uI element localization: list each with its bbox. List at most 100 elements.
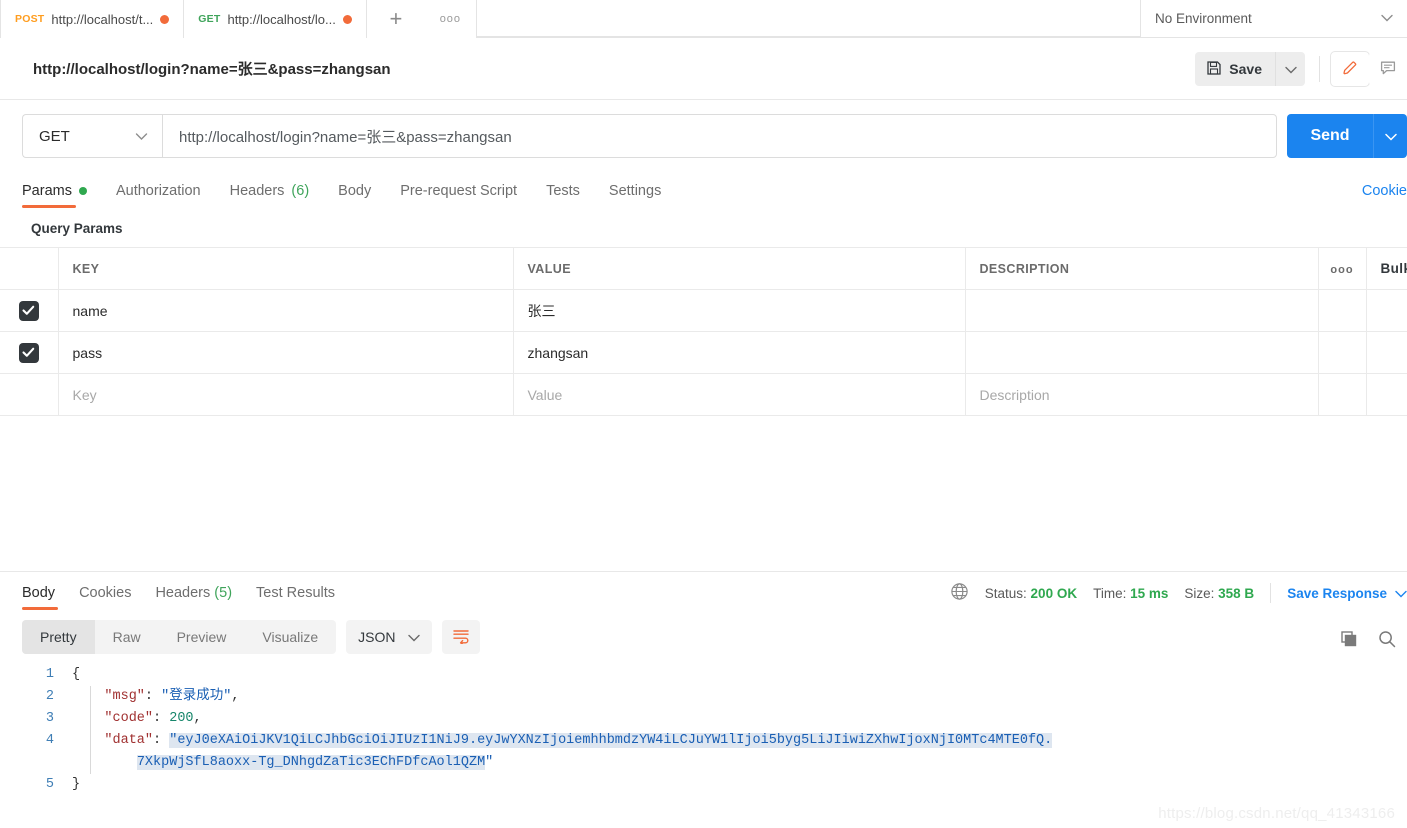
row-bulk-cell: [1366, 290, 1407, 332]
table-row[interactable]: pass zhangsan: [0, 332, 1407, 374]
view-visualize[interactable]: Visualize: [244, 620, 336, 654]
code-token: {: [72, 667, 80, 682]
params-empty-space: [0, 416, 1407, 571]
code-line: 1{: [0, 664, 1407, 686]
code-token: ,: [231, 689, 239, 704]
table-row[interactable]: name 张三: [0, 290, 1407, 332]
edit-request-button[interactable]: [1331, 52, 1369, 86]
size-group: Size: 358 B: [1184, 586, 1254, 601]
view-preview[interactable]: Preview: [159, 620, 245, 654]
cookies-link[interactable]: Cookie: [1362, 183, 1407, 199]
tab-pre-request-script[interactable]: Pre-request Script: [400, 183, 533, 208]
comments-button[interactable]: [1369, 52, 1407, 86]
tab-settings[interactable]: Settings: [609, 183, 677, 208]
response-tab-body[interactable]: Body: [22, 585, 55, 610]
time-group: Time: 15 ms: [1093, 586, 1168, 601]
new-tab-button[interactable]: +: [367, 0, 425, 38]
table-options-button[interactable]: ooo: [1318, 248, 1366, 290]
row-description[interactable]: [965, 332, 1318, 374]
code-token: ,: [194, 711, 202, 726]
request-actions: Save: [1195, 38, 1407, 100]
send-options-button[interactable]: [1373, 114, 1407, 158]
save-button-group: Save: [1195, 52, 1305, 86]
tab-tests[interactable]: Tests: [546, 183, 596, 208]
code-line: 2 "msg": "登录成功",: [0, 686, 1407, 708]
row-checkbox[interactable]: [19, 343, 39, 363]
unsaved-dot-icon[interactable]: [160, 15, 169, 24]
chevron-down-icon: [135, 128, 148, 145]
tab-label: Pre-request Script: [400, 183, 517, 199]
language-label: JSON: [358, 629, 395, 645]
row-options[interactable]: [1318, 290, 1366, 332]
environment-selector[interactable]: No Environment: [1140, 0, 1407, 38]
save-button[interactable]: Save: [1195, 52, 1275, 86]
row-key[interactable]: name: [58, 290, 513, 332]
new-value-input[interactable]: Value: [513, 374, 965, 416]
send-button-group: Send: [1287, 114, 1407, 158]
request-tab-get[interactable]: GET http://localhost/lo...: [184, 0, 367, 38]
size-value: 358 B: [1218, 586, 1254, 601]
query-params-table: KEY VALUE DESCRIPTION ooo Bulk Ed name 张…: [0, 247, 1407, 416]
status-badge: 200 OK: [1031, 586, 1078, 601]
tab-label: Authorization: [116, 183, 201, 199]
chevron-down-icon[interactable]: [1395, 586, 1407, 601]
indent-guide: [90, 686, 91, 774]
response-body-code[interactable]: 1{2 "msg": "登录成功",3 "code": 200,4 "data"…: [0, 664, 1407, 796]
page-title: http://localhost/login?name=张三&pass=zhan…: [33, 58, 391, 79]
row-value[interactable]: zhangsan: [513, 332, 965, 374]
response-language-select[interactable]: JSON: [346, 620, 431, 654]
status-group: Status: 200 OK: [985, 586, 1077, 601]
code-token: "msg": [104, 689, 145, 704]
search-icon[interactable]: [1377, 629, 1397, 652]
view-raw[interactable]: Raw: [95, 620, 159, 654]
header-description: DESCRIPTION: [965, 248, 1318, 290]
save-response-button[interactable]: Save Response: [1287, 586, 1387, 601]
copy-icon[interactable]: [1339, 629, 1359, 652]
status-label: Status:: [985, 586, 1027, 601]
row-options[interactable]: [1318, 332, 1366, 374]
row-description[interactable]: [965, 290, 1318, 332]
row-checkbox[interactable]: [19, 301, 39, 321]
response-tab-test-results[interactable]: Test Results: [256, 585, 335, 610]
tab-label: Tests: [546, 183, 580, 199]
tab-options-button[interactable]: ooo: [425, 0, 477, 38]
pencil-icon: [1341, 59, 1359, 80]
word-wrap-button[interactable]: [442, 620, 480, 654]
view-pretty[interactable]: Pretty: [22, 620, 95, 654]
row-key[interactable]: pass: [58, 332, 513, 374]
unsaved-dot-icon[interactable]: [343, 15, 352, 24]
response-tab-label: Headers: [155, 585, 210, 601]
tab-params[interactable]: Params: [22, 183, 103, 208]
row-bulk-cell: [1366, 374, 1407, 416]
row-value[interactable]: 张三: [513, 290, 965, 332]
line-number: 5: [0, 774, 72, 796]
tab-count: (6): [291, 183, 309, 199]
chevron-down-icon: [408, 629, 420, 645]
response-tab-cookies[interactable]: Cookies: [79, 585, 131, 610]
code-token: "data": [104, 733, 153, 748]
tab-headers[interactable]: Headers (6): [230, 183, 326, 208]
tab-body[interactable]: Body: [338, 183, 387, 208]
tab-authorization[interactable]: Authorization: [116, 183, 217, 208]
line-number: 1: [0, 664, 72, 686]
save-options-button[interactable]: [1275, 52, 1305, 86]
header-value: VALUE: [513, 248, 965, 290]
url-input[interactable]: [162, 114, 1277, 158]
response-tab-headers[interactable]: Headers (5): [155, 585, 232, 610]
code-token: :: [145, 689, 161, 704]
request-tabs: Params Authorization Headers (6) Body Pr…: [0, 172, 1407, 208]
table-row-empty[interactable]: Key Value Description: [0, 374, 1407, 416]
bulk-edit-button[interactable]: Bulk Ed: [1366, 248, 1407, 290]
tab-label: Settings: [609, 183, 661, 199]
globe-icon[interactable]: [950, 582, 969, 604]
line-number: 4: [0, 730, 72, 752]
row-options[interactable]: [1318, 374, 1366, 416]
send-button[interactable]: Send: [1287, 114, 1373, 158]
query-params-heading: Query Params: [0, 208, 1407, 247]
request-tab-post[interactable]: POST http://localhost/t...: [0, 0, 184, 38]
new-key-input[interactable]: Key: [58, 374, 513, 416]
code-token: [72, 689, 104, 704]
method-select[interactable]: GET: [22, 114, 162, 158]
tab-label: Params: [22, 183, 72, 199]
new-description-input[interactable]: Description: [965, 374, 1318, 416]
